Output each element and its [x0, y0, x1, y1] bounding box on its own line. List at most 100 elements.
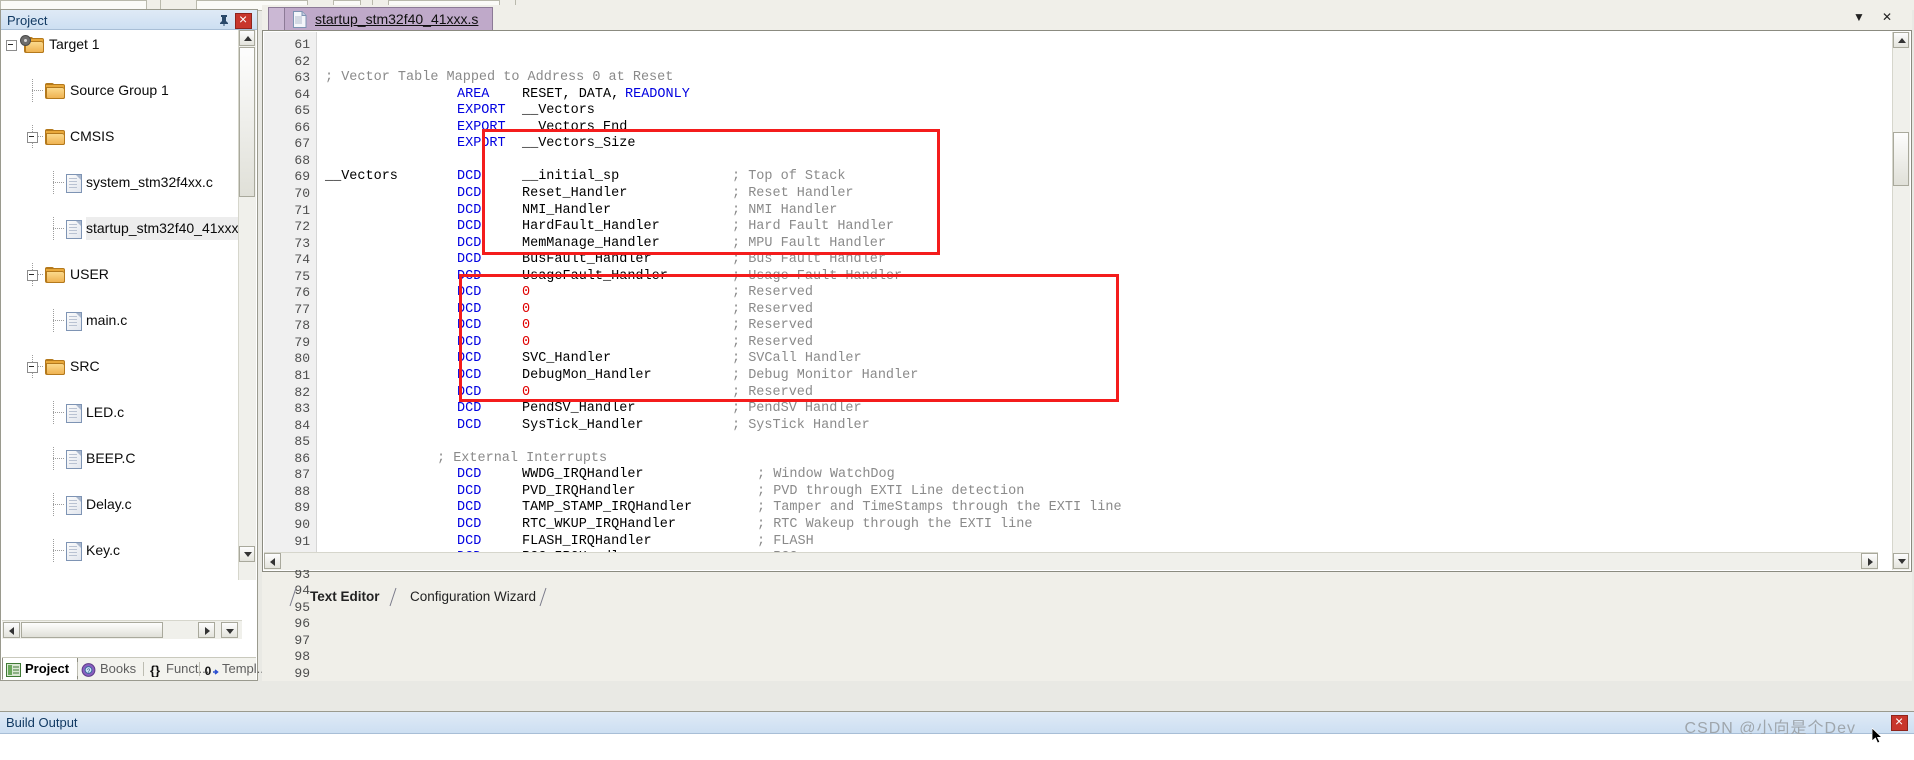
code-line: DCD 0 ; Reserved: [317, 335, 1867, 349]
code-vscroll-thumb[interactable]: [1893, 132, 1909, 186]
code-token: TAMP_STAMP_IRQHandler: [522, 500, 693, 516]
close-icon[interactable]: [235, 11, 252, 29]
books-icon: ?: [81, 662, 96, 677]
tree-item-label: LED.c: [86, 404, 125, 420]
tree-item-key-c[interactable]: Key.c: [2, 539, 242, 562]
hscroll-thumb[interactable]: [21, 622, 163, 638]
tree-item-main-c[interactable]: main.c: [2, 309, 242, 332]
folder-icon: [45, 267, 65, 283]
code-token: EXPORT: [457, 136, 506, 152]
project-panel-tabs[interactable]: Project? Books {} Funct... 0 Templ...: [2, 657, 268, 680]
code-line: DCD SVC_Handler ; SVCall Handler: [317, 351, 1867, 367]
code-line: EXPORT __Vectors: [317, 104, 1867, 118]
code-token: ; Bus Fault Handler: [732, 252, 886, 268]
tree-item-startup-stm32f40-41xxx-s[interactable]: startup_stm32f40_41xxx.s: [2, 217, 242, 240]
code-token: DCD: [457, 268, 482, 284]
collapse-expander-icon[interactable]: [27, 132, 38, 143]
line-number: 83: [294, 401, 310, 417]
collapse-expander-icon[interactable]: [6, 40, 17, 51]
code-scroll-left-icon[interactable]: [264, 553, 281, 569]
code-scroll-down-icon[interactable]: [1893, 553, 1909, 569]
braces-icon: {}: [147, 662, 162, 678]
code-token: HardFault_Handler: [522, 219, 660, 235]
collapse-expander-icon[interactable]: [27, 362, 38, 373]
line-number: 74: [294, 252, 310, 268]
collapse-expander-icon[interactable]: [27, 270, 38, 281]
file-icon: [66, 496, 82, 515]
project-tab-label: Books: [100, 661, 137, 676]
tree-guide: [53, 228, 64, 230]
code-line: __Vectors DCD __initial_sp ; Top of Stack: [317, 170, 1867, 184]
editor-area: startup_stm32f40_41xxx.s ▼ ✕ 61 62 63 64 65 6…: [262, 5, 1912, 681]
tree-item-target-1[interactable]: Target 1: [2, 33, 242, 56]
project-tab-books[interactable]: ? Books: [78, 658, 144, 680]
editor-view-tabs[interactable]: Text Editor Configuration Wizard: [262, 587, 1912, 609]
code-token: 0: [522, 318, 531, 334]
tree-item-cmsis[interactable]: CMSIS: [2, 125, 242, 148]
tree-item-label: Key.c: [86, 542, 120, 558]
code-text[interactable]: ; Vector Table Mapped to Address 0 at Re…: [317, 32, 1877, 570]
scroll-up-icon[interactable]: [239, 30, 255, 46]
tree-item-user[interactable]: USER: [2, 263, 242, 286]
code-token: __Vectors_End: [522, 119, 628, 135]
scroll-down-icon[interactable]: [239, 546, 255, 562]
code-token: MemManage_Handler: [522, 235, 660, 251]
project-tree[interactable]: Target 1 Source Group 1 CMSIS system_stm32f…: [2, 30, 242, 563]
tree-item-source-group-1[interactable]: Source Group 1: [2, 79, 242, 102]
tree-guide: [53, 504, 64, 506]
code-token: DCD: [457, 185, 482, 201]
code-scroll-up-icon[interactable]: [1893, 32, 1909, 48]
line-number: 78: [294, 318, 310, 334]
document-tab-label: startup_stm32f40_41xxx.s: [315, 11, 479, 27]
code-token: DCD: [457, 368, 482, 383]
scroll-more-icon[interactable]: [221, 622, 238, 638]
code-view[interactable]: 61 62 63 64 65 66 67 68 69 70 71 72 73 74 75 76 77 78 79 80…: [262, 30, 1912, 680]
tab-startup-stm32f40-41xxx-s[interactable]: startup_stm32f40_41xxx.s: [284, 7, 494, 30]
code-line: DCD 0 ; Reserved: [317, 384, 1867, 400]
build-output-close-icon[interactable]: [1891, 713, 1908, 731]
tree-guide: [53, 182, 64, 184]
scroll-right-icon[interactable]: [198, 622, 215, 638]
close-document-icon[interactable]: ✕: [1876, 8, 1898, 27]
project-tree-hscrollbar[interactable]: [2, 620, 242, 639]
project-tree-vscrollbar[interactable]: [238, 30, 256, 580]
code-token: ; SVCall Handler: [732, 351, 862, 367]
line-number: 98: [294, 649, 310, 665]
line-number: 96: [294, 616, 310, 632]
editor-window-controls: ▼ ✕: [1848, 8, 1908, 27]
tree-item-src[interactable]: SRC: [2, 355, 242, 378]
code-hscrollbar[interactable]: [264, 552, 1878, 570]
code-scroll-right-icon[interactable]: [1861, 553, 1878, 569]
project-tab-funct[interactable]: {} Funct...: [144, 658, 209, 680]
tree-item-delay-c[interactable]: Delay.c: [2, 493, 242, 516]
code-line: DCD FLASH_IRQHandler ; FLASH: [317, 534, 1867, 548]
window-list-dropdown-icon[interactable]: ▼: [1848, 8, 1870, 27]
line-number: 86: [294, 450, 310, 466]
code-token: 0: [522, 384, 531, 400]
code-token: DCD: [457, 500, 482, 516]
vscroll-thumb[interactable]: [239, 47, 255, 197]
tree-item-beep-c[interactable]: BEEP.C: [2, 447, 242, 470]
pin-icon[interactable]: [217, 13, 231, 27]
line-number: 62: [294, 53, 310, 69]
code-token: 0: [522, 285, 531, 301]
code-token: ; PVD through EXTI Line detection: [757, 483, 1025, 499]
project-icon: [6, 662, 21, 677]
tree-item-led-c[interactable]: LED.c: [2, 401, 242, 424]
project-tab-templ[interactable]: 0 Templ...: [200, 658, 268, 680]
scroll-left-icon[interactable]: [3, 622, 20, 638]
code-line: DCD NMI_Handler ; NMI Handler: [317, 203, 1867, 217]
project-tab-project[interactable]: Project: [2, 658, 78, 680]
document-tabbar: startup_stm32f40_41xxx.s ▼ ✕: [262, 5, 1912, 31]
tree-item-label: Target 1: [49, 36, 100, 52]
code-line: DCD RTC_WKUP_IRQHandler ; RTC Wakeup throu…: [317, 517, 1867, 531]
code-token: DCD: [457, 318, 482, 334]
line-number: 80: [294, 351, 310, 367]
code-vscrollbar[interactable]: [1892, 32, 1910, 570]
code-token: DCD: [457, 467, 482, 483]
code-line: DCD SysTick_Handler ; SysTick Handler: [317, 418, 1867, 432]
tree-item-system-stm32f4xx-c[interactable]: system_stm32f4xx.c: [2, 171, 242, 194]
code-token: UsageFault_Handler: [522, 268, 668, 284]
svg-text:{}: {}: [150, 663, 160, 677]
